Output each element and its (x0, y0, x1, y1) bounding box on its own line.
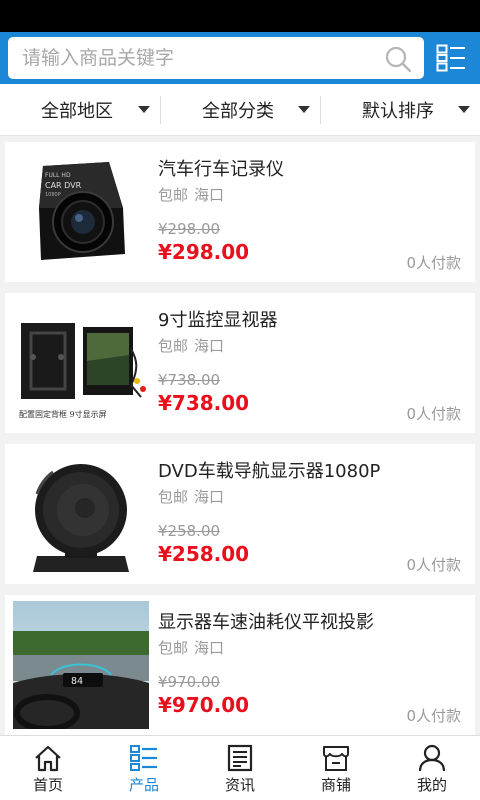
filter-region-label: 全部地区 (41, 101, 113, 122)
news-icon (227, 744, 253, 772)
product-image-navigation (13, 450, 149, 578)
shipping-tag: 包邮 (158, 186, 189, 204)
product-name: 9寸监控显视器 (158, 310, 278, 331)
divider (320, 96, 321, 124)
monitor-caption: 配置固定背框 9寸显示屏 (19, 409, 107, 419)
product-meta: 包邮 海口 (158, 184, 224, 205)
original-price: ¥738.00 (158, 371, 221, 389)
sale-price: ¥298.00 (158, 240, 250, 264)
search-box[interactable] (8, 37, 424, 79)
caret-down-icon (138, 106, 150, 113)
product-meta: 包邮 海口 (158, 637, 224, 658)
filter-sort[interactable]: 默认排序 (362, 84, 434, 136)
dashcam-label: CAR DVR (45, 181, 82, 190)
buyers-count: 0人付款 (406, 405, 461, 423)
search-icon[interactable] (384, 45, 412, 73)
product-name: 汽车行车记录仪 (158, 159, 284, 180)
buyers-count: 0人付款 (406, 254, 461, 272)
buyers-count: 0人付款 (406, 556, 461, 574)
search-input[interactable] (22, 37, 382, 79)
product-card[interactable]: 配置固定背框 9寸显示屏 9寸监控显视器 包邮 海口 ¥738.00 ¥738.0… (5, 293, 475, 433)
tab-home-label: 首页 (32, 776, 63, 794)
filter-bar: 全部地区 全部分类 默认排序 (0, 84, 480, 136)
dashcam-label: 1080P (45, 192, 61, 198)
menu-grid-icon[interactable] (436, 44, 466, 72)
location-tag: 海口 (194, 639, 225, 657)
list-icon (130, 745, 157, 771)
dashcam-label: FULL HD (45, 172, 71, 179)
filter-sort-label: 默认排序 (362, 101, 434, 122)
filter-region[interactable]: 全部地区 (41, 84, 113, 136)
tab-news[interactable]: 资讯 (192, 736, 288, 800)
sale-price: ¥258.00 (158, 542, 250, 566)
product-name: DVD车载导航显示器1080P (158, 461, 381, 482)
product-image-hud: 84 (13, 601, 149, 729)
caret-down-icon (458, 106, 470, 113)
home-icon (35, 745, 61, 772)
tab-profile[interactable]: 我的 (384, 736, 480, 800)
tab-products[interactable]: 产品 (96, 736, 192, 800)
filter-category[interactable]: 全部分类 (202, 84, 274, 136)
product-meta: 包邮 海口 (158, 335, 224, 356)
caret-down-icon (298, 106, 310, 113)
sale-price: ¥970.00 (158, 693, 250, 717)
divider (160, 96, 161, 124)
location-tag: 海口 (194, 337, 225, 355)
shipping-tag: 包邮 (158, 488, 189, 506)
tab-profile-label: 我的 (416, 776, 447, 794)
filter-category-label: 全部分类 (202, 101, 274, 122)
product-name: 显示器车速油耗仪平视投影 (158, 612, 374, 633)
shipping-tag: 包邮 (158, 639, 189, 657)
store-icon (323, 746, 349, 771)
original-price: ¥970.00 (158, 673, 221, 691)
buyers-count: 0人付款 (406, 707, 461, 725)
tab-home[interactable]: 首页 (0, 736, 96, 800)
product-image-monitor: 配置固定背框 9寸显示屏 (13, 299, 149, 427)
product-card[interactable]: FULL HD CAR DVR 1080P 汽车行车记录仪 包邮 海口 ¥298.… (5, 142, 475, 282)
hud-speed: 84 (71, 676, 83, 687)
tab-products-label: 产品 (128, 776, 159, 794)
product-image-dashcam: FULL HD CAR DVR 1080P (13, 148, 149, 276)
tab-stores[interactable]: 商铺 (288, 736, 384, 800)
top-bar (0, 32, 480, 84)
bottom-tab-bar: 首页 产品 资讯 商铺 我的 (0, 735, 480, 800)
location-tag: 海口 (194, 186, 225, 204)
sale-price: ¥738.00 (158, 391, 250, 415)
tab-stores-label: 商铺 (320, 776, 351, 794)
location-tag: 海口 (194, 488, 225, 506)
original-price: ¥258.00 (158, 522, 221, 540)
shipping-tag: 包邮 (158, 337, 189, 355)
status-bar (0, 0, 480, 32)
product-card[interactable]: DVD车载导航显示器1080P 包邮 海口 ¥258.00 ¥258.00 0人付… (5, 444, 475, 584)
product-card[interactable]: 84 显示器车速油耗仪平视投影 包邮 海口 ¥970.00 ¥970.00 0人付… (5, 595, 475, 735)
tab-news-label: 资讯 (224, 776, 255, 794)
product-meta: 包邮 海口 (158, 486, 224, 507)
original-price: ¥298.00 (158, 220, 221, 238)
user-icon (418, 744, 446, 772)
